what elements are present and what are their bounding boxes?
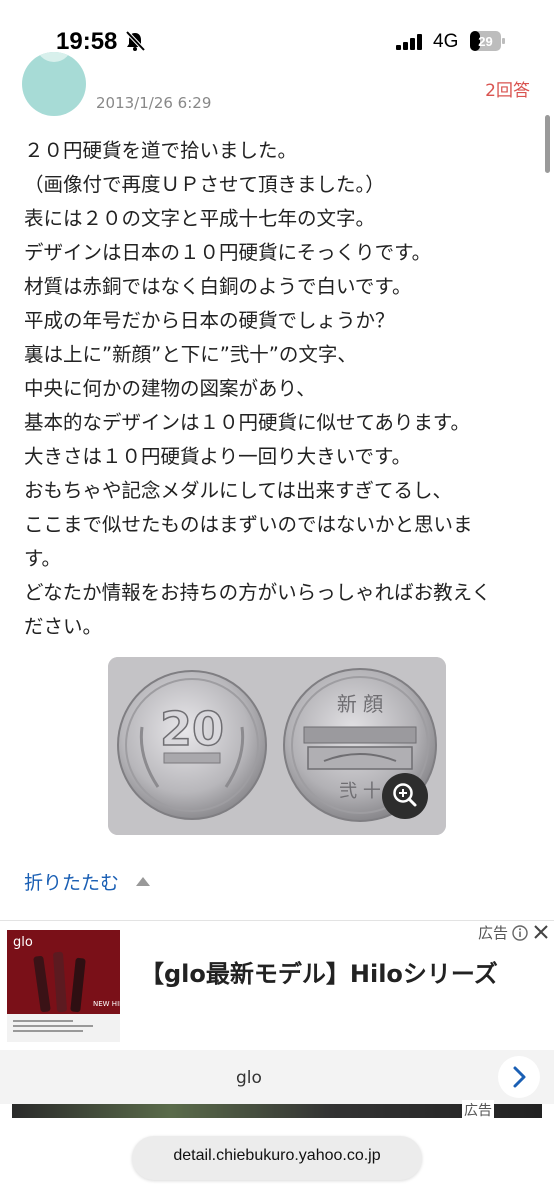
close-icon[interactable] bbox=[533, 924, 549, 940]
question-line: 基本的なデザインは１０円硬貨に似せてあります。 bbox=[24, 411, 470, 434]
battery-icon: 29 bbox=[470, 31, 505, 51]
ad-brand[interactable]: glo bbox=[236, 1068, 262, 1088]
question-line: ２０円硬貨を道で拾いました。 bbox=[24, 139, 298, 162]
ad-open-button[interactable] bbox=[498, 1056, 540, 1098]
address-url[interactable]: detail.chiebukuro.yahoo.co.jp bbox=[132, 1147, 422, 1165]
second-ad-label: 広告 bbox=[462, 1100, 494, 1120]
triangle-up-icon bbox=[136, 877, 150, 886]
scrollbar[interactable] bbox=[545, 115, 550, 173]
ad-image-graphic: glo NEW HILO bbox=[7, 930, 120, 1042]
ad-image-badge: NEW HILO bbox=[93, 1000, 120, 1008]
question-line: 表には２０の文字と平成十七年の文字。 bbox=[24, 207, 376, 230]
question-line: 材質は赤銅ではなく白銅のようで白いです。 bbox=[24, 275, 412, 298]
question-line: 平成の年号だから日本の硬貨でしょうか？ bbox=[24, 309, 395, 332]
address-bar[interactable]: detail.chiebukuro.yahoo.co.jp bbox=[132, 1136, 422, 1180]
post-date: 2013/1/26 6:29 bbox=[96, 94, 212, 112]
avatar[interactable] bbox=[22, 52, 86, 116]
question-line: す。 bbox=[24, 547, 62, 570]
zoom-in-icon bbox=[393, 783, 417, 807]
question-line: ださい。 bbox=[24, 615, 103, 638]
question-line: 裏は上に”新顔”と下に”弐十”の文字、 bbox=[24, 343, 357, 366]
ad-footer[interactable] bbox=[0, 1050, 554, 1104]
coin-back-bottom-text: 弐 十 bbox=[339, 781, 381, 802]
divider bbox=[0, 920, 554, 921]
question-body: ２０円硬貨を道で拾いました。 （画像付で再度ＵＰさせて頂きました。） 表には２０… bbox=[24, 134, 530, 644]
info-icon[interactable] bbox=[512, 925, 528, 941]
question-line: 大きさは１０円硬貨より一回り大きいです。 bbox=[24, 445, 412, 468]
ad-title[interactable]: 【glo最新モデル】Hiloシリーズ bbox=[140, 956, 510, 992]
battery-level: 29 bbox=[478, 34, 492, 49]
question-line: デザインは日本の１０円硬貨にそっくりです。 bbox=[24, 241, 432, 264]
chevron-right-icon bbox=[513, 1066, 526, 1088]
network-type: 4G bbox=[433, 31, 459, 52]
collapse-link[interactable]: 折りたたむ bbox=[24, 868, 119, 895]
ad-image-logo: glo bbox=[13, 935, 33, 950]
bell-slash-icon bbox=[125, 30, 146, 52]
signal-icon bbox=[396, 34, 422, 50]
zoom-button[interactable] bbox=[382, 773, 428, 819]
answer-count[interactable]: 2回答 bbox=[485, 76, 530, 101]
ad-image[interactable]: glo NEW HILO bbox=[7, 930, 120, 1042]
question-line: ここまで似せたものはまずいのではないかと思いま bbox=[24, 513, 473, 536]
question-line: （画像付で再度ＵＰさせて頂きました。） bbox=[24, 173, 385, 196]
question-line: 中央に何かの建物の図案があり、 bbox=[24, 377, 316, 400]
ad-label: 広告 bbox=[478, 924, 509, 942]
coin-front-text: 20 bbox=[160, 702, 224, 756]
question-line: どなたか情報をお持ちの方がいらっしゃればお教えく bbox=[24, 581, 492, 604]
coin-back-top-text: 新 顔 bbox=[337, 692, 383, 716]
question-line: おもちゃや記念メダルにしては出来すぎてるし、 bbox=[24, 479, 453, 502]
